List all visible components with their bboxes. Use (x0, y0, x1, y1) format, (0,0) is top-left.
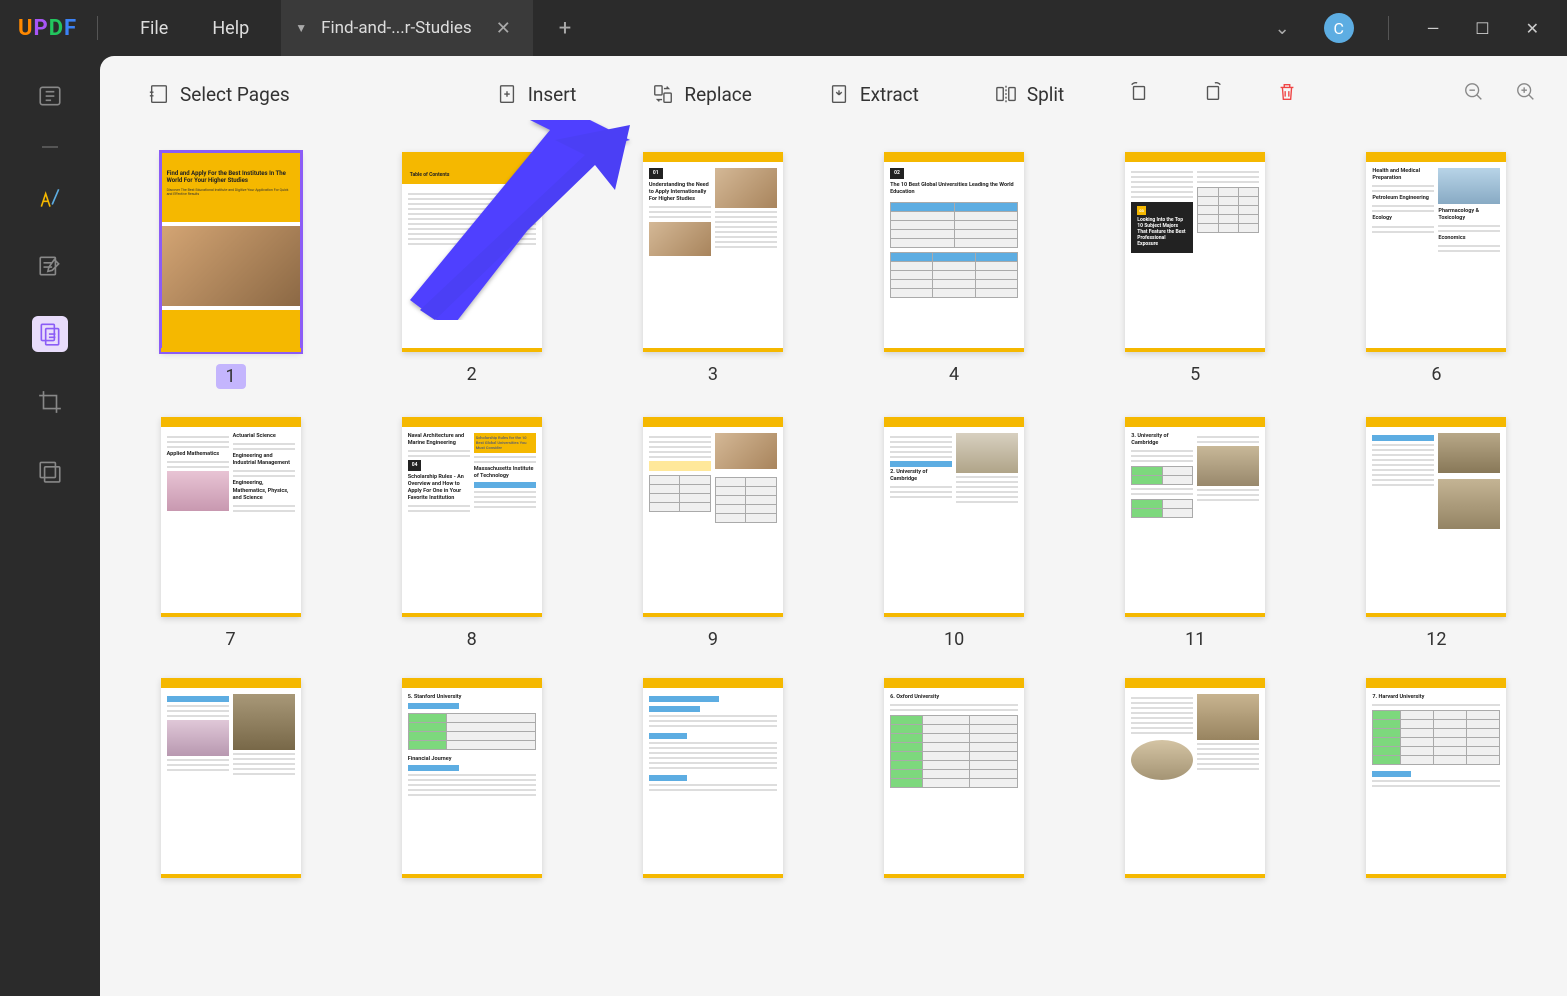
organize-pages-icon[interactable] (32, 316, 68, 352)
page-number: 6 (1431, 364, 1441, 385)
page-number: 5 (1190, 364, 1200, 385)
thumbnails-area[interactable]: Find and Apply For the Best Institutes I… (100, 132, 1567, 996)
page-thumbnail-2[interactable]: Table of Contents (402, 152, 542, 352)
page-number: 7 (226, 629, 236, 650)
delete-button[interactable] (1270, 81, 1304, 107)
tab-dropdown-icon[interactable]: ▼ (295, 21, 307, 35)
chevron-down-icon[interactable]: ⌄ (1255, 18, 1310, 39)
page-number: 9 (708, 629, 718, 650)
crop-icon[interactable] (32, 384, 68, 420)
page-thumbnail-3[interactable]: 01 Understanding the Need to Apply Inter… (643, 152, 783, 352)
menu-help[interactable]: Help (190, 18, 271, 39)
rotate-left-button[interactable] (1122, 81, 1156, 107)
page-thumbnail-4[interactable]: 02 The 10 Best Global Universities Leadi… (884, 152, 1024, 352)
menu-file[interactable]: File (118, 18, 190, 39)
user-avatar[interactable]: C (1324, 13, 1354, 43)
page-thumbnail-5[interactable]: 03 Looking Into the Top 10 Subject Major… (1125, 152, 1265, 352)
page-thumbnail-18[interactable]: 7. Harvard University (1366, 678, 1506, 878)
page-number: 8 (467, 629, 477, 650)
page-thumbnail-16[interactable]: 6. Oxford University (884, 678, 1024, 878)
page-number: 3 (708, 364, 718, 385)
titlebar: UPDF File Help ▼ Find-and-...r-Studies ✕… (0, 0, 1567, 56)
page-number: 12 (1426, 629, 1446, 650)
sidebar (0, 56, 100, 996)
page-thumbnail-7[interactable]: Applied Mathematics Actuarial Science En… (161, 417, 301, 617)
page-thumbnail-15[interactable] (643, 678, 783, 878)
divider (42, 146, 58, 148)
comment-icon[interactable] (32, 180, 68, 216)
select-pages-button[interactable]: Select Pages (130, 83, 308, 106)
page-number: 2 (467, 364, 477, 385)
window-minimize-button[interactable]: — (1409, 19, 1458, 38)
replace-button[interactable]: Replace (634, 83, 769, 106)
page-thumbnail-11[interactable]: 3. University of Cambridge (1125, 417, 1265, 617)
page-thumbnail-14[interactable]: 5. Stanford University Financial Journey (402, 678, 542, 878)
edit-icon[interactable] (32, 248, 68, 284)
content-panel: Select Pages Insert Replace Extract (100, 56, 1567, 996)
rotate-right-button[interactable] (1196, 81, 1230, 107)
divider (97, 16, 98, 40)
page-thumbnail-12[interactable] (1366, 417, 1506, 617)
reader-mode-icon[interactable] (32, 78, 68, 114)
page-thumbnail-13[interactable] (161, 678, 301, 878)
window-maximize-button[interactable]: ☐ (1457, 19, 1507, 38)
workspace: Select Pages Insert Replace Extract (0, 56, 1567, 996)
insert-button[interactable]: Insert (478, 83, 595, 106)
page-thumbnail-8[interactable]: Naval Architecture and Marine Engineerin… (402, 417, 542, 617)
split-button[interactable]: Split (977, 83, 1082, 106)
page-number: 11 (1185, 629, 1205, 650)
divider (1388, 16, 1389, 40)
window-close-button[interactable]: ✕ (1508, 19, 1557, 38)
new-tab-button[interactable]: + (551, 16, 579, 41)
page-thumbnail-6[interactable]: Health and Medical Preparation Petroleum… (1366, 152, 1506, 352)
extract-button[interactable]: Extract (810, 83, 937, 106)
redact-icon[interactable] (32, 452, 68, 488)
zoom-in-button[interactable] (1515, 81, 1537, 107)
page-number: 1 (216, 364, 246, 389)
page-thumbnail-9[interactable] (643, 417, 783, 617)
page-number: 4 (949, 364, 959, 385)
toolbar: Select Pages Insert Replace Extract (100, 56, 1567, 132)
tab-close-icon[interactable]: ✕ (492, 18, 515, 39)
page-thumbnail-1[interactable]: Find and Apply For the Best Institutes I… (161, 152, 301, 352)
app-logo: UPDF (18, 16, 77, 41)
zoom-out-button[interactable] (1463, 81, 1485, 107)
document-tab[interactable]: ▼ Find-and-...r-Studies ✕ (281, 0, 533, 56)
tab-title: Find-and-...r-Studies (321, 18, 472, 38)
page-number: 10 (944, 629, 964, 650)
page-thumbnail-17[interactable] (1125, 678, 1265, 878)
page-thumbnail-10[interactable]: 2. University of Cambridge (884, 417, 1024, 617)
